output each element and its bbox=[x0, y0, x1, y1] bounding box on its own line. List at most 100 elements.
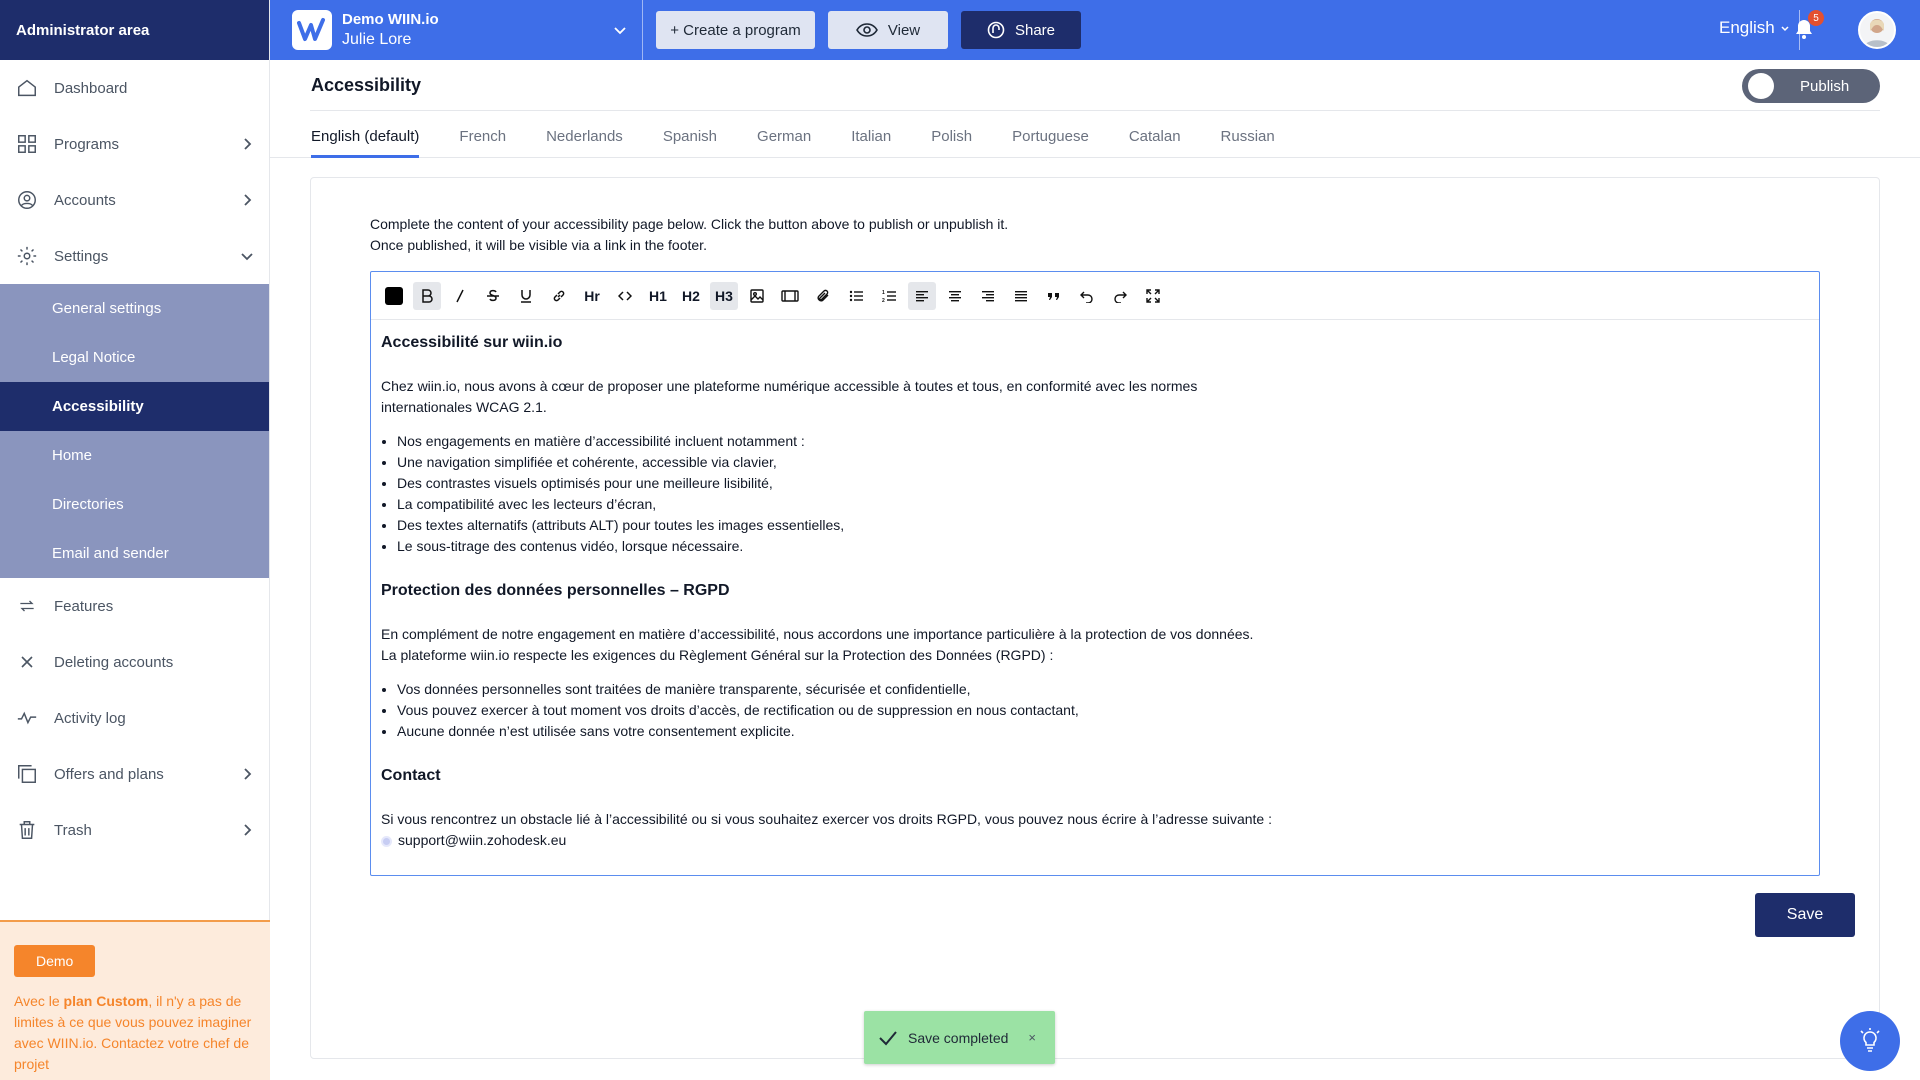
italic-button[interactable] bbox=[446, 282, 474, 310]
share-button[interactable]: Share bbox=[961, 11, 1081, 49]
link-button[interactable] bbox=[545, 282, 573, 310]
demo-plan-link[interactable]: plan Custom bbox=[64, 993, 149, 1009]
gear-icon bbox=[14, 243, 40, 269]
support-email: support@wiin.zohodesk.eu bbox=[398, 832, 567, 848]
hr-button[interactable]: Hr bbox=[578, 282, 606, 310]
tab-german[interactable]: German bbox=[757, 128, 811, 158]
tab-spanish[interactable]: Spanish bbox=[663, 128, 717, 158]
paperclip-icon bbox=[817, 289, 829, 301]
sidebar-item-label: Deleting accounts bbox=[54, 653, 174, 671]
sidebar-subitem-accessibility[interactable]: Accessibility bbox=[0, 382, 269, 431]
intro-line-2: Once published, it will be visible via a… bbox=[370, 237, 707, 253]
redo-button[interactable] bbox=[1106, 282, 1134, 310]
paragraph-line: La plateforme wiin.io respecte les exige… bbox=[381, 647, 1054, 663]
align-right-button[interactable] bbox=[974, 282, 1002, 310]
align-center-button[interactable] bbox=[941, 282, 969, 310]
justify-button[interactable] bbox=[1007, 282, 1035, 310]
strikethrough-button[interactable] bbox=[479, 282, 507, 310]
h3-button[interactable]: H3 bbox=[710, 281, 738, 310]
chevron-down-icon bbox=[241, 253, 253, 261]
sidebar-item-label: Accounts bbox=[54, 191, 116, 209]
caret-down-icon bbox=[1781, 26, 1789, 32]
sidebar-item-features[interactable]: Features bbox=[0, 578, 269, 634]
fullscreen-button[interactable] bbox=[1139, 282, 1167, 310]
sidebar-item-settings[interactable]: Settings bbox=[0, 228, 269, 284]
page-title: Accessibility bbox=[311, 75, 422, 95]
user-circle-icon bbox=[14, 187, 40, 213]
code-icon bbox=[618, 290, 632, 301]
list-item: Aucune donnée n’est utilisée sans votre … bbox=[397, 721, 1809, 742]
link-icon bbox=[553, 290, 565, 301]
language-tabs: English (default) French Nederlands Span… bbox=[311, 128, 1315, 158]
sidebar-subitem-home[interactable]: Home bbox=[0, 431, 269, 480]
toast-close-button[interactable]: × bbox=[1028, 1030, 1036, 1045]
sidebar-item-label: Activity log bbox=[54, 709, 126, 727]
create-program-button[interactable]: + Create a program bbox=[656, 11, 815, 49]
code-button[interactable] bbox=[611, 282, 639, 310]
rich-text-editor[interactable]: Hr H1 H2 H3 12 Accessibilité sur wiin.io… bbox=[370, 271, 1820, 876]
sidebar: Administrator area Dashboard Programs Ac… bbox=[0, 0, 270, 1080]
sidebar-item-deleting-accounts[interactable]: Deleting accounts bbox=[0, 634, 269, 690]
admin-area-header: Administrator area bbox=[0, 0, 269, 60]
video-button[interactable] bbox=[776, 282, 804, 310]
list-item: Vous pouvez exercer à tout moment vos dr… bbox=[397, 700, 1809, 721]
ordered-list-button[interactable]: 12 bbox=[875, 282, 903, 310]
sidebar-subitem-directories[interactable]: Directories bbox=[0, 480, 269, 529]
grid-icon bbox=[14, 131, 40, 157]
tab-polish[interactable]: Polish bbox=[931, 128, 972, 158]
bullet-list-icon bbox=[849, 290, 863, 301]
quote-button[interactable] bbox=[1040, 282, 1068, 310]
program-switcher[interactable]: Demo WIIN.io Julie Lore bbox=[270, 0, 643, 60]
sidebar-item-activity-log[interactable]: Activity log bbox=[0, 690, 269, 746]
save-toast: Save completed × bbox=[864, 1011, 1055, 1064]
sidebar-item-dashboard[interactable]: Dashboard bbox=[0, 60, 269, 116]
sidebar-subitem-legal-notice[interactable]: Legal Notice bbox=[0, 333, 269, 382]
page-header: Accessibility Publish English (default) … bbox=[270, 60, 1920, 158]
intro-text: Complete the content of your accessibili… bbox=[370, 214, 1008, 256]
avatar[interactable] bbox=[1858, 11, 1896, 49]
sidebar-item-trash[interactable]: Trash bbox=[0, 802, 269, 858]
publish-toggle[interactable]: Publish bbox=[1742, 69, 1880, 103]
attachment-button[interactable] bbox=[809, 282, 837, 310]
tab-nederlands[interactable]: Nederlands bbox=[546, 128, 623, 158]
h2-button[interactable]: H2 bbox=[677, 282, 705, 310]
sidebar-item-programs[interactable]: Programs bbox=[0, 116, 269, 172]
content-heading-rgpd: Protection des données personnelles – RG… bbox=[381, 582, 730, 599]
sidebar-item-label: Settings bbox=[54, 247, 109, 265]
demo-plan-box: Demo Avec le plan Custom, il n'y a pas d… bbox=[0, 920, 270, 1080]
tab-italian[interactable]: Italian bbox=[851, 128, 891, 158]
h1-button[interactable]: H1 bbox=[644, 282, 672, 310]
bullet-list-button[interactable] bbox=[842, 282, 870, 310]
tab-portuguese[interactable]: Portuguese bbox=[1012, 128, 1089, 158]
save-button[interactable]: Save bbox=[1755, 893, 1855, 937]
align-left-button[interactable] bbox=[908, 281, 936, 310]
demo-badge[interactable]: Demo bbox=[14, 945, 96, 977]
share-icon bbox=[987, 21, 1005, 39]
editor-content[interactable]: Accessibilité sur wiin.io Chez wiin.io, … bbox=[371, 320, 1819, 863]
sidebar-item-label: Offers and plans bbox=[54, 765, 164, 783]
undo-button[interactable] bbox=[1073, 282, 1101, 310]
tab-french[interactable]: French bbox=[459, 128, 506, 158]
eye-icon bbox=[855, 23, 878, 37]
view-label: View bbox=[887, 21, 921, 39]
help-button[interactable] bbox=[1840, 1011, 1900, 1071]
editor-toolbar: Hr H1 H2 H3 12 bbox=[371, 272, 1819, 320]
paragraph-line: Chez wiin.io, nous avons à cœur de propo… bbox=[381, 378, 1198, 394]
sidebar-subitem-email-and-sender[interactable]: Email and sender bbox=[0, 529, 269, 578]
text-color-button[interactable] bbox=[380, 282, 408, 310]
view-button[interactable]: View bbox=[828, 11, 948, 49]
sidebar-item-offers-and-plans[interactable]: Offers and plans bbox=[0, 746, 269, 802]
bold-button[interactable] bbox=[413, 281, 441, 310]
tab-russian[interactable]: Russian bbox=[1221, 128, 1275, 158]
sidebar-item-accounts[interactable]: Accounts bbox=[0, 172, 269, 228]
language-selector[interactable]: English bbox=[1719, 18, 1791, 38]
chevron-down-icon bbox=[614, 27, 626, 35]
sidebar-subitem-general-settings[interactable]: General settings bbox=[0, 284, 269, 333]
content-heading-accessibility: Accessibilité sur wiin.io bbox=[381, 334, 563, 351]
tab-english[interactable]: English (default) bbox=[311, 128, 420, 158]
image-button[interactable] bbox=[743, 282, 771, 310]
video-icon bbox=[781, 289, 799, 302]
tab-catalan[interactable]: Catalan bbox=[1129, 128, 1181, 158]
underline-button[interactable] bbox=[512, 282, 540, 310]
align-left-icon bbox=[916, 290, 928, 301]
